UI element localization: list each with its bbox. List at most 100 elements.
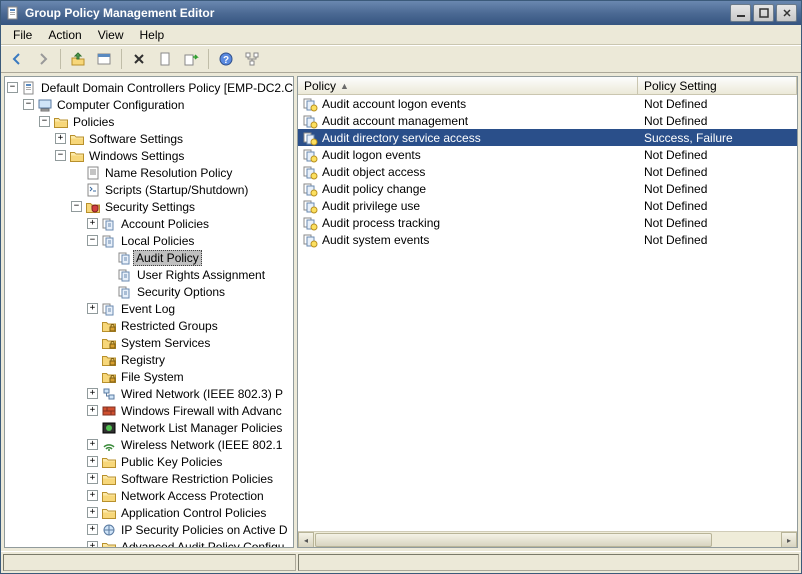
tree-item[interactable]: −Security Settings [5, 198, 293, 215]
tree-item[interactable]: +Application Control Policies [5, 504, 293, 521]
tree-item-label: Computer Configuration [56, 98, 185, 112]
expand-icon[interactable]: + [87, 218, 98, 229]
maximize-button[interactable] [753, 4, 774, 22]
policy-row[interactable]: Audit logon eventsNot Defined [298, 146, 797, 163]
policy-row[interactable]: Audit directory service accessSuccess, F… [298, 129, 797, 146]
tree-item-label: Advanced Audit Policy Configu [120, 540, 285, 549]
policy-row[interactable]: Audit policy changeNot Defined [298, 180, 797, 197]
tree-root[interactable]: − Default Domain Controllers Policy [EMP… [5, 79, 293, 96]
collapse-icon[interactable]: − [39, 116, 50, 127]
list-scrollbar[interactable]: ◂ ▸ [298, 531, 797, 547]
export-list-button[interactable] [179, 47, 203, 71]
tree-item[interactable]: Audit Policy [5, 249, 293, 266]
tree-item[interactable]: + Wired Network (IEEE 802.3) P [5, 385, 293, 402]
column-header-setting-label: Policy Setting [644, 79, 717, 93]
menu-help[interactable]: Help [132, 26, 173, 44]
up-button[interactable] [66, 47, 90, 71]
menu-action[interactable]: Action [40, 26, 89, 44]
delete-button[interactable] [127, 47, 151, 71]
expand-icon[interactable]: + [87, 524, 98, 535]
audit-policy-icon [302, 215, 318, 231]
scroll-track[interactable] [314, 532, 781, 547]
collapse-icon[interactable]: − [55, 150, 66, 161]
tree-item[interactable]: + Public Key Policies [5, 453, 293, 470]
policy-group-icon [117, 250, 133, 266]
menu-file[interactable]: File [5, 26, 40, 44]
scroll-thumb[interactable] [315, 533, 712, 547]
column-header-policy[interactable]: Policy ▲ [298, 77, 638, 94]
column-header-setting[interactable]: Policy Setting [638, 77, 797, 94]
tree-item[interactable]: System Services [5, 334, 293, 351]
tree-item[interactable]: File System [5, 368, 293, 385]
tree-item-label: Wired Network (IEEE 802.3) P [120, 387, 284, 401]
options-button[interactable] [240, 47, 264, 71]
expander-placeholder [71, 167, 82, 178]
expand-icon[interactable]: + [87, 507, 98, 518]
policy-setting: Success, Failure [638, 131, 797, 145]
toolbar-separator [60, 49, 61, 69]
collapse-icon[interactable]: − [71, 201, 82, 212]
close-button[interactable] [776, 4, 797, 22]
expand-icon[interactable]: + [87, 439, 98, 450]
minimize-button[interactable] [730, 4, 751, 22]
forward-button[interactable] [31, 47, 55, 71]
folder-lock-icon [101, 318, 117, 334]
show-hide-tree-button[interactable] [92, 47, 116, 71]
tree-item-label: Public Key Policies [120, 455, 223, 469]
tree-item[interactable]: Scripts (Startup/Shutdown) [5, 181, 293, 198]
expand-icon[interactable]: + [87, 541, 98, 548]
tree-item[interactable]: Security Options [5, 283, 293, 300]
tree-item[interactable]: −Windows Settings [5, 147, 293, 164]
expand-icon[interactable]: + [55, 133, 66, 144]
scroll-left-button[interactable]: ◂ [298, 532, 314, 548]
tree-item[interactable]: −Policies [5, 113, 293, 130]
tree-pane[interactable]: − Default Domain Controllers Policy [EMP… [4, 76, 294, 548]
tree-item-label: Scripts (Startup/Shutdown) [104, 183, 249, 197]
list-pane[interactable]: Policy ▲ Policy Setting Audit account lo… [297, 76, 798, 548]
tree-item[interactable]: − Local Policies [5, 232, 293, 249]
tree-item[interactable]: +IP Security Policies on Active D [5, 521, 293, 538]
properties-button[interactable] [153, 47, 177, 71]
statusbar [1, 551, 801, 573]
tree-item[interactable]: +Wireless Network (IEEE 802.1 [5, 436, 293, 453]
policy-row[interactable]: Audit account logon eventsNot Defined [298, 95, 797, 112]
help-button[interactable] [214, 47, 238, 71]
tree-item[interactable]: + Advanced Audit Policy Configu [5, 538, 293, 548]
tree-item[interactable]: +Event Log [5, 300, 293, 317]
folder-icon [101, 505, 117, 521]
tree-item[interactable]: Registry [5, 351, 293, 368]
policy-row[interactable]: Audit process trackingNot Defined [298, 214, 797, 231]
tree-item[interactable]: +Software Settings [5, 130, 293, 147]
tree-view[interactable]: − Default Domain Controllers Policy [EMP… [5, 77, 293, 548]
policy-row[interactable]: Audit object accessNot Defined [298, 163, 797, 180]
expand-icon[interactable]: + [87, 388, 98, 399]
policy-row[interactable]: Audit privilege useNot Defined [298, 197, 797, 214]
tree-item[interactable]: +Windows Firewall with Advanc [5, 402, 293, 419]
list-body[interactable]: Audit account logon eventsNot DefinedAud… [298, 95, 797, 531]
menu-view[interactable]: View [90, 26, 132, 44]
tree-item[interactable]: Name Resolution Policy [5, 164, 293, 181]
tree-item[interactable]: Network List Manager Policies [5, 419, 293, 436]
back-button[interactable] [5, 47, 29, 71]
collapse-icon[interactable]: − [23, 99, 34, 110]
tree-root-label: Default Domain Controllers Policy [EMP-D… [40, 81, 294, 95]
expand-icon[interactable]: + [87, 405, 98, 416]
expand-icon[interactable]: + [87, 473, 98, 484]
collapse-icon[interactable]: − [7, 82, 18, 93]
expand-icon[interactable]: + [87, 303, 98, 314]
scroll-right-button[interactable]: ▸ [781, 532, 797, 548]
tree-item[interactable]: Restricted Groups [5, 317, 293, 334]
tree-item[interactable]: − Computer Configuration [5, 96, 293, 113]
tree-item[interactable]: +Account Policies [5, 215, 293, 232]
tree-item-label: Local Policies [120, 234, 195, 248]
policy-row[interactable]: Audit account managementNot Defined [298, 112, 797, 129]
expand-icon[interactable]: + [87, 490, 98, 501]
folder-lock-icon [101, 335, 117, 351]
tree-item[interactable]: User Rights Assignment [5, 266, 293, 283]
policy-setting: Not Defined [638, 182, 797, 196]
tree-item[interactable]: +Network Access Protection [5, 487, 293, 504]
collapse-icon[interactable]: − [87, 235, 98, 246]
expand-icon[interactable]: + [87, 456, 98, 467]
policy-row[interactable]: Audit system eventsNot Defined [298, 231, 797, 248]
tree-item[interactable]: +Software Restriction Policies [5, 470, 293, 487]
